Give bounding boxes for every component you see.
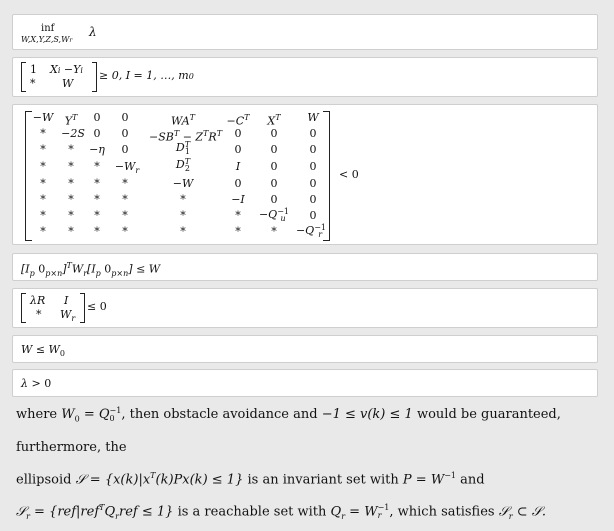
- paragraph-line-1: where W0 = Q −1 0, then obstacle avoidance…: [16, 405, 561, 455]
- objective-box: inf W,X,Y,Z,S,Wr λ: [12, 14, 598, 50]
- constraint-box-4: λR I * Wr ≤ 0: [12, 288, 598, 328]
- explanation-paragraph: where W0 = Q −1 0, then obstacle avoidance…: [16, 401, 602, 531]
- inf-operator: inf: [41, 23, 55, 34]
- paragraph-line-2: ellipsoid 𝒮 = {x(k)|xT(k)Px(k) ≤ 1} is a…: [16, 470, 485, 487]
- constraint-box-1: 1 Xi −Yi * W ≥ 0, I = 1, …, m0: [12, 57, 598, 97]
- constraint-6-expression: λ > 0: [21, 377, 52, 390]
- constraint-box-3: [Ip 0p×n]TWr[Ip 0p×n] ≤ W: [12, 253, 598, 281]
- lmi-relation: < 0: [339, 168, 359, 181]
- constraint-4-relation: ≤ 0: [87, 300, 107, 313]
- constraint-5-expression: W ≤ W0: [21, 343, 65, 359]
- inf-subscript: W,X,Y,Z,S,Wr: [21, 35, 73, 44]
- lambda-variable: λ: [89, 25, 97, 39]
- constraint-1-relation: ≥ 0, I = 1, …, m0: [99, 69, 194, 82]
- constraint-3-expression: [Ip 0p×n]TWr[Ip 0p×n] ≤ W: [21, 261, 161, 278]
- constraint-box-2: −W YT 0 0 WAT −CT XT W * −2S 0 0 −SBT − …: [12, 104, 598, 245]
- matrix-2x2-b: λR I * Wr: [21, 293, 85, 323]
- constraint-box-5: W ≤ W0: [12, 335, 598, 363]
- matrix-2x2-a: 1 Xi −Yi * W: [21, 62, 97, 92]
- paragraph-line-3: 𝒮r = {ref|refTQrref ≤ 1} is a reachable …: [16, 502, 546, 521]
- constraint-box-6: λ > 0: [12, 369, 598, 397]
